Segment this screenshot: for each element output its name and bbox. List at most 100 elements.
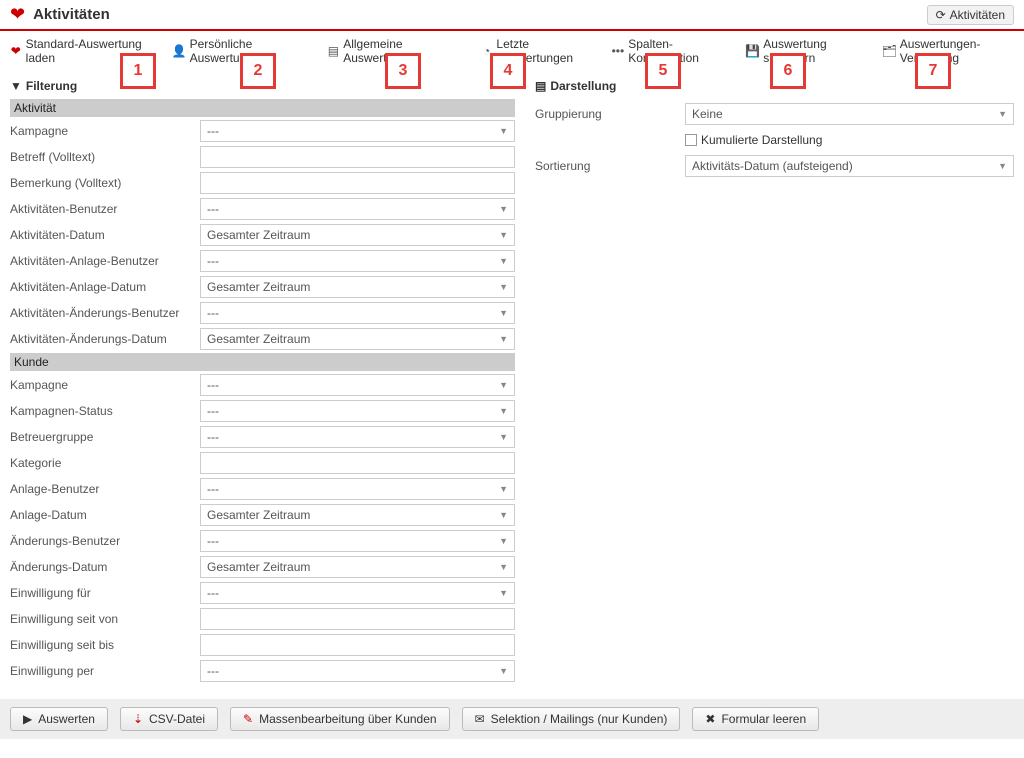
field-value: Gesamter Zeitraum (207, 508, 310, 522)
footer-button-4[interactable]: ✖Formular leeren (692, 707, 819, 731)
filter-field-row: Einwilligung für---▼ (10, 581, 515, 605)
clear-icon: ✖ (705, 712, 715, 726)
toolbar-item-label: Persönliche Auswertungen (190, 37, 306, 65)
field-label: Einwilligung per (10, 664, 200, 678)
footer-button-0[interactable]: ▶Auswerten (10, 707, 108, 731)
field-dropdown[interactable]: ---▼ (200, 582, 515, 604)
field-dropdown[interactable]: ---▼ (200, 530, 515, 552)
chevron-down-icon: ▼ (499, 230, 508, 240)
filter-field-row: Kampagne---▼ (10, 373, 515, 397)
filter-panel-title: Filterung (26, 79, 77, 93)
field-label: Kategorie (10, 456, 200, 470)
field-dropdown[interactable]: ---▼ (200, 660, 515, 682)
field-label: Kampagne (10, 124, 200, 138)
refresh-button[interactable]: ⟳ Aktivitäten (927, 5, 1014, 25)
field-label: Aktivitäten-Benutzer (10, 202, 200, 216)
field-dropdown[interactable]: ---▼ (200, 120, 515, 142)
field-dropdown[interactable]: Gesamter Zeitraum▼ (200, 504, 515, 526)
filter-field-row: Änderungs-Benutzer---▼ (10, 529, 515, 553)
footer-actions: ▶Auswerten ⇣CSV-Datei ✎Massenbearbeitung ü… (0, 699, 1024, 739)
chevron-down-icon: ▼ (499, 256, 508, 266)
toolbar-item-1[interactable]: 👤Persönliche Auswertungen (172, 37, 306, 65)
grouping-select[interactable]: Keine ▼ (685, 103, 1014, 125)
filter-field-row: Einwilligung seit von (10, 607, 515, 631)
chevron-down-icon: ▼ (499, 484, 508, 494)
filter-field-row: Aktivitäten-Anlage-DatumGesamter Zeitrau… (10, 275, 515, 299)
filter-field-row: Aktivitäten-Anlage-Benutzer---▼ (10, 249, 515, 273)
toolbar-item-label: Allgemeine Auswertungen (343, 37, 459, 65)
list-icon: ▤ (328, 44, 340, 58)
filter-field-row: Bemerkung (Volltext) (10, 171, 515, 195)
chevron-down-icon: ▼ (499, 308, 508, 318)
toolbar-item-label: Auswertung speichern (763, 37, 859, 65)
filter-field-row: Aktivitäten-Änderungs-Benutzer---▼ (10, 301, 515, 325)
field-value: --- (207, 534, 219, 548)
sorting-select[interactable]: Aktivitäts-Datum (aufsteigend) ▼ (685, 155, 1014, 177)
field-label: Einwilligung für (10, 586, 200, 600)
field-textbox[interactable] (200, 634, 515, 656)
footer-button-3[interactable]: ✉Selektion / Mailings (nur Kunden) (462, 707, 681, 731)
filter-field-row: Änderungs-DatumGesamter Zeitraum▼ (10, 555, 515, 579)
toolbar-item-0[interactable]: ❤Standard-Auswertung laden (10, 37, 150, 65)
filter-field-row: Anlage-DatumGesamter Zeitraum▼ (10, 503, 515, 527)
field-dropdown[interactable]: ---▼ (200, 478, 515, 500)
filter-field-row: Betreuergruppe---▼ (10, 425, 515, 449)
dots-icon: ••• (612, 44, 625, 58)
field-dropdown[interactable]: Gesamter Zeitraum▼ (200, 224, 515, 246)
footer-button-label: Selektion / Mailings (nur Kunden) (491, 712, 668, 726)
field-label: Betreuergruppe (10, 430, 200, 444)
field-dropdown[interactable]: Gesamter Zeitraum▼ (200, 328, 515, 350)
play-icon: ▶ (23, 712, 32, 726)
filter-icon: ▼ (10, 79, 22, 93)
filter-field-row: Kategorie (10, 451, 515, 475)
field-dropdown[interactable]: ---▼ (200, 302, 515, 324)
field-textbox[interactable] (200, 146, 515, 168)
chevron-down-icon: ▼ (499, 204, 508, 214)
filter-field-row: Einwilligung per---▼ (10, 659, 515, 683)
filter-field-row: Anlage-Benutzer---▼ (10, 477, 515, 501)
field-dropdown[interactable]: ---▼ (200, 374, 515, 396)
app-logo-icon: ❤ (10, 4, 25, 25)
footer-button-2[interactable]: ✎Massenbearbeitung über Kunden (230, 707, 450, 731)
cumulative-checkbox[interactable]: Kumulierte Darstellung (685, 133, 1014, 147)
footer-button-1[interactable]: ⇣CSV-Datei (120, 707, 218, 731)
field-value: --- (207, 586, 219, 600)
field-value: --- (207, 664, 219, 678)
field-textbox[interactable] (200, 172, 515, 194)
toolbar-item-6[interactable]: 🗂Auswertungen-Verwaltung (882, 37, 1014, 65)
field-label: Kampagne (10, 378, 200, 392)
field-value: Gesamter Zeitraum (207, 332, 310, 346)
toolbar: ❤Standard-Auswertung laden 👤Persönliche A… (0, 31, 1024, 71)
field-dropdown[interactable]: --- ▼ (200, 198, 515, 220)
refresh-label: Aktivitäten (950, 8, 1005, 22)
toolbar-item-4[interactable]: •••Spalten-Konfiguration (612, 37, 724, 65)
field-dropdown[interactable]: ---▼ (200, 400, 515, 422)
filter-field-row: Aktivitäten-DatumGesamter Zeitraum▼ (10, 223, 515, 247)
field-textbox[interactable] (200, 608, 515, 630)
save-icon: 💾 (745, 44, 759, 58)
filter-section-title: Aktivität (10, 99, 515, 117)
field-dropdown[interactable]: Gesamter Zeitraum▼ (200, 276, 515, 298)
field-label: Einwilligung seit bis (10, 638, 200, 652)
toolbar-item-2[interactable]: ▤Allgemeine Auswertungen (328, 37, 459, 65)
grouping-value: Keine (692, 107, 723, 121)
toolbar-item-5[interactable]: 💾 Auswertung speichern (745, 37, 859, 65)
sorting-label: Sortierung (535, 159, 685, 173)
field-label: Aktivitäten-Änderungs-Datum (10, 332, 200, 346)
toolbar-item-label: Auswertungen-Verwaltung (900, 37, 1014, 65)
field-label: Aktivitäten-Anlage-Datum (10, 280, 200, 294)
field-dropdown[interactable]: Gesamter Zeitraum▼ (200, 556, 515, 578)
field-textbox[interactable] (200, 452, 515, 474)
field-dropdown[interactable]: ---▼ (200, 426, 515, 448)
field-label: Kampagnen-Status (10, 404, 200, 418)
field-value: --- (207, 202, 219, 216)
display-icon: ▤ (535, 79, 546, 93)
field-label: Änderungs-Benutzer (10, 534, 200, 548)
filter-section-title: Kunde (10, 353, 515, 371)
field-dropdown[interactable]: ---▼ (200, 250, 515, 272)
refresh-icon: ⟳ (936, 8, 946, 22)
cumulative-label: Kumulierte Darstellung (701, 133, 822, 147)
chevron-down-icon: ▼ (998, 161, 1007, 171)
toolbar-item-3[interactable]: ◔Letzte Auswertungen (481, 37, 590, 65)
toolbar-item-label: Letzte Auswertungen (496, 37, 589, 65)
